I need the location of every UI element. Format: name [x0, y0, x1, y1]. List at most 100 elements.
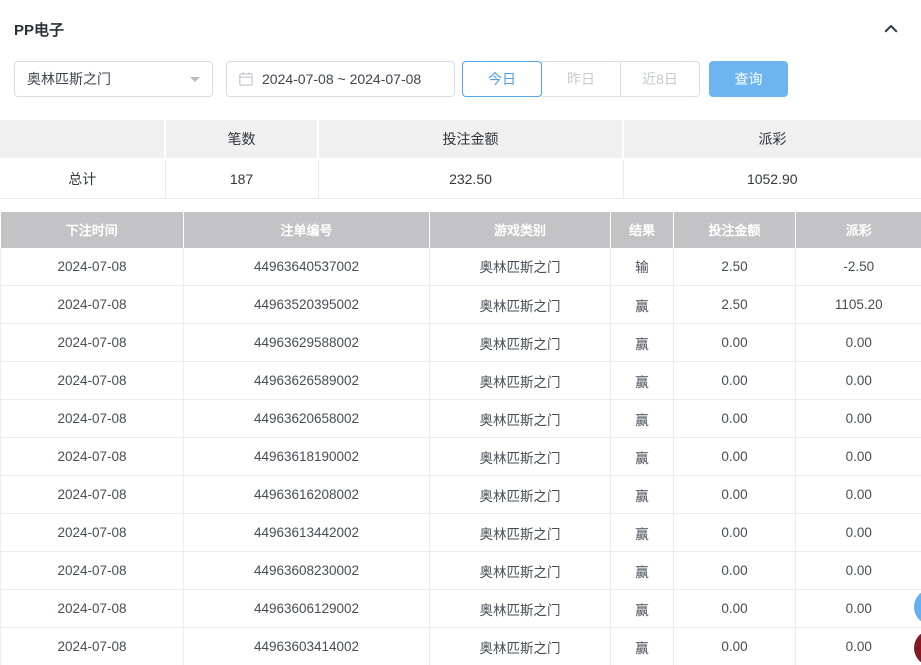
result: 赢: [611, 590, 674, 628]
bet-time: 2024-07-08: [1, 628, 184, 665]
calendar-icon: [238, 71, 254, 87]
chevron-up-icon: [882, 20, 900, 38]
game-name: 奥林匹斯之门: [430, 514, 611, 552]
today-button[interactable]: 今日: [462, 61, 542, 97]
game-name: 奥林匹斯之门: [430, 628, 611, 665]
summary-header-row: 笔数 投注金额 派彩: [0, 120, 921, 159]
col-bet-amount: 投注金额: [674, 212, 796, 248]
last-8-days-button[interactable]: 近8日: [620, 61, 700, 97]
order-id: 44963616208002: [184, 476, 430, 514]
payout: 0.00: [796, 552, 921, 590]
bet-time: 2024-07-08: [1, 476, 184, 514]
summary-bet-amount-value: 232.50: [318, 159, 623, 198]
game-name: 奥林匹斯之门: [430, 286, 611, 324]
table-row: 2024-07-08 44963606129002 奥林匹斯之门 赢 0.00 …: [1, 590, 921, 628]
game-name: 奥林匹斯之门: [430, 590, 611, 628]
summary-count-value: 187: [165, 159, 318, 198]
summary-header-count: 笔数: [165, 120, 318, 159]
col-order-id: 注单编号: [184, 212, 430, 248]
bet-amount: 0.00: [674, 438, 796, 476]
result: 赢: [611, 438, 674, 476]
bet-amount: 0.00: [674, 400, 796, 438]
game-name: 奥林匹斯之门: [430, 552, 611, 590]
order-id: 44963613442002: [184, 514, 430, 552]
bet-amount: 0.00: [674, 476, 796, 514]
chevron-down-icon: [190, 77, 200, 82]
bet-amount: 2.50: [674, 248, 796, 286]
bets-table: 下注时间 注单编号 游戏类别 结果 投注金额 派彩 2024-07-08 449…: [0, 212, 921, 665]
bet-time: 2024-07-08: [1, 400, 184, 438]
payout: 0.00: [796, 324, 921, 362]
table-row: 2024-07-08 44963620658002 奥林匹斯之门 赢 0.00 …: [1, 400, 921, 438]
table-row: 2024-07-08 44963603414002 奥林匹斯之门 赢 0.00 …: [1, 628, 921, 665]
order-id: 44963620658002: [184, 400, 430, 438]
result: 赢: [611, 362, 674, 400]
order-id: 44963608230002: [184, 552, 430, 590]
bet-time: 2024-07-08: [1, 438, 184, 476]
col-payout: 派彩: [796, 212, 921, 248]
result: 赢: [611, 324, 674, 362]
order-id: 44963618190002: [184, 438, 430, 476]
payout: 0.00: [796, 476, 921, 514]
payout: 0.00: [796, 514, 921, 552]
game-select-value: 奥林匹斯之门: [27, 69, 111, 89]
bet-time: 2024-07-08: [1, 286, 184, 324]
search-button[interactable]: 查询: [709, 61, 788, 97]
collapse-button[interactable]: [881, 19, 901, 39]
bet-amount: 0.00: [674, 628, 796, 665]
table-row: 2024-07-08 44963626589002 奥林匹斯之门 赢 0.00 …: [1, 362, 921, 400]
summary-payout-value: 1052.90: [623, 159, 921, 198]
order-id: 44963603414002: [184, 628, 430, 665]
yesterday-button[interactable]: 昨日: [541, 61, 621, 97]
table-row: 2024-07-08 44963613442002 奥林匹斯之门 赢 0.00 …: [1, 514, 921, 552]
page-title: PP电子: [14, 19, 64, 40]
payout: 0.00: [796, 400, 921, 438]
order-id: 44963626589002: [184, 362, 430, 400]
summary-header-payout: 派彩: [623, 120, 921, 159]
quick-range-group: 今日 昨日 近8日: [462, 61, 700, 97]
summary-header-empty: [0, 120, 165, 159]
result: 输: [611, 248, 674, 286]
table-row: 2024-07-08 44963618190002 奥林匹斯之门 赢 0.00 …: [1, 438, 921, 476]
bet-amount: 0.00: [674, 324, 796, 362]
payout: 0.00: [796, 628, 921, 665]
bet-amount: 0.00: [674, 590, 796, 628]
result: 赢: [611, 628, 674, 665]
game-name: 奥林匹斯之门: [430, 248, 611, 286]
col-game-type: 游戏类别: [430, 212, 611, 248]
table-row: 2024-07-08 44963520395002 奥林匹斯之门 赢 2.50 …: [1, 286, 921, 324]
bet-amount: 0.00: [674, 514, 796, 552]
table-row: 2024-07-08 44963640537002 奥林匹斯之门 输 2.50 …: [1, 248, 921, 286]
payout: 0.00: [796, 590, 921, 628]
date-range-value: 2024-07-08 ~ 2024-07-08: [262, 71, 421, 87]
table-row: 2024-07-08 44963616208002 奥林匹斯之门 赢 0.00 …: [1, 476, 921, 514]
bet-amount: 0.00: [674, 362, 796, 400]
order-id: 44963606129002: [184, 590, 430, 628]
bet-amount: 2.50: [674, 286, 796, 324]
order-id: 44963640537002: [184, 248, 430, 286]
summary-total-label: 总计: [0, 159, 165, 198]
result: 赢: [611, 400, 674, 438]
filter-bar: 奥林匹斯之门 2024-07-08 ~ 2024-07-08 今日 昨日 近8日…: [14, 60, 921, 98]
order-id: 44963520395002: [184, 286, 430, 324]
table-row: 2024-07-08 44963608230002 奥林匹斯之门 赢 0.00 …: [1, 552, 921, 590]
game-name: 奥林匹斯之门: [430, 324, 611, 362]
bets-header-row: 下注时间 注单编号 游戏类别 结果 投注金额 派彩: [1, 212, 921, 248]
game-select-dropdown[interactable]: 奥林匹斯之门: [14, 61, 213, 97]
game-name: 奥林匹斯之门: [430, 476, 611, 514]
summary-total-row: 总计 187 232.50 1052.90: [0, 159, 921, 198]
bet-time: 2024-07-08: [1, 324, 184, 362]
order-id: 44963629588002: [184, 324, 430, 362]
bet-time: 2024-07-08: [1, 552, 184, 590]
date-range-input[interactable]: 2024-07-08 ~ 2024-07-08: [226, 61, 455, 97]
result: 赢: [611, 476, 674, 514]
col-bet-time: 下注时间: [1, 212, 184, 248]
result: 赢: [611, 552, 674, 590]
payout: 1105.20: [796, 286, 921, 324]
game-name: 奥林匹斯之门: [430, 362, 611, 400]
panel-header: PP电子: [0, 0, 921, 58]
bet-amount: 0.00: [674, 552, 796, 590]
bet-time: 2024-07-08: [1, 514, 184, 552]
table-row: 2024-07-08 44963629588002 奥林匹斯之门 赢 0.00 …: [1, 324, 921, 362]
payout: 0.00: [796, 362, 921, 400]
